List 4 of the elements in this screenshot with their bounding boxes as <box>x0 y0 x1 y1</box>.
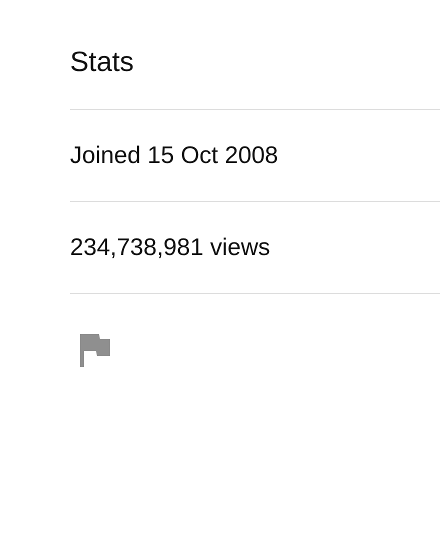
stat-text: Joined 15 Oct 2008 <box>70 142 278 170</box>
section-title: Stats <box>70 46 134 78</box>
flag-icon[interactable] <box>80 334 110 367</box>
stat-text: 234,738,981 views <box>70 234 270 262</box>
